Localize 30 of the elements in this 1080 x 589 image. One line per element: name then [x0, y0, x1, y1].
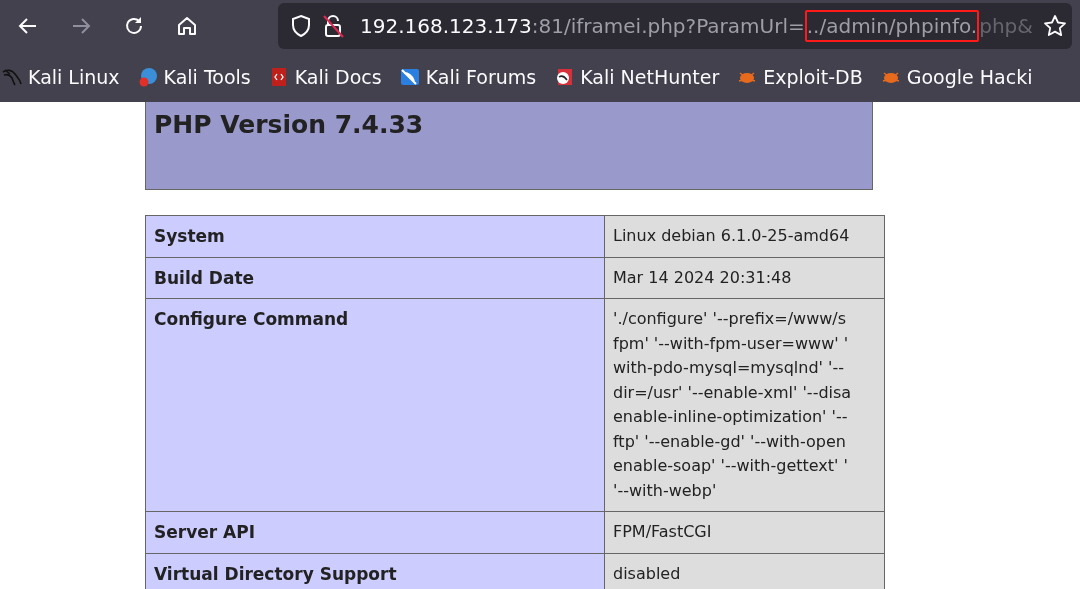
url-path: :81/iframei.php?ParamUrl=	[531, 14, 805, 38]
highlighted-url-path: ../admin/phpinfo.	[804, 10, 980, 42]
bookmark-item[interactable]: Kali Tools	[137, 66, 251, 88]
table-cell: FPM/FastCGI	[604, 511, 885, 553]
bookmark-item[interactable]: Kali Linux	[2, 66, 120, 88]
table-cell: Server API	[145, 511, 605, 553]
home-icon	[176, 15, 198, 37]
bookmark-item[interactable]: Kali NetHunter	[554, 66, 720, 88]
bookmark-item[interactable]: Exploit-DB	[737, 66, 863, 88]
table-cell: Virtual Directory Support	[145, 553, 605, 589]
crossed-lock-icon[interactable]	[322, 14, 344, 38]
bookmark-item[interactable]: Kali Forums	[399, 66, 537, 88]
table-cell: Configure Command	[145, 298, 605, 512]
table-cell: disabled	[604, 553, 885, 589]
reload-icon	[123, 15, 145, 37]
table-cell: './configure' '--prefix=/www/s fpm' '--with-fpm-user=www' ' with-pdo-mysql=mysqlnd' '-- dir=/usr' '--enable-xml' '--disa enable-inline-optimization' '-- ftp' '--enable-gd' '--with-open enable-soap' '--with-gettext' ' '--with-webp'	[604, 298, 885, 512]
table-cell: System	[145, 215, 605, 257]
shield-icon[interactable]	[290, 14, 312, 38]
table-cell: Linux debian 6.1.0-25-amd64	[604, 215, 885, 257]
bookmark-item[interactable]: Kali Docs	[268, 66, 382, 88]
url-host: 192.168.123.173	[360, 14, 532, 38]
table-cell: Mar 14 2024 20:31:48	[604, 257, 885, 299]
forum-icon	[399, 67, 420, 87]
globe-badge-icon	[137, 67, 158, 87]
bookmark-item[interactable]: Google Hacki	[880, 66, 1033, 88]
url-path: php&	[979, 14, 1033, 38]
address-bar[interactable]: 192.168.123.173:81/iframei.php?ParamUrl=../admin/phpinfo.php&	[278, 3, 1072, 49]
table-cell: Build Date	[145, 257, 605, 299]
star-icon[interactable]	[1042, 14, 1067, 38]
php-version-title: PHP Version 7.4.33	[154, 110, 424, 139]
